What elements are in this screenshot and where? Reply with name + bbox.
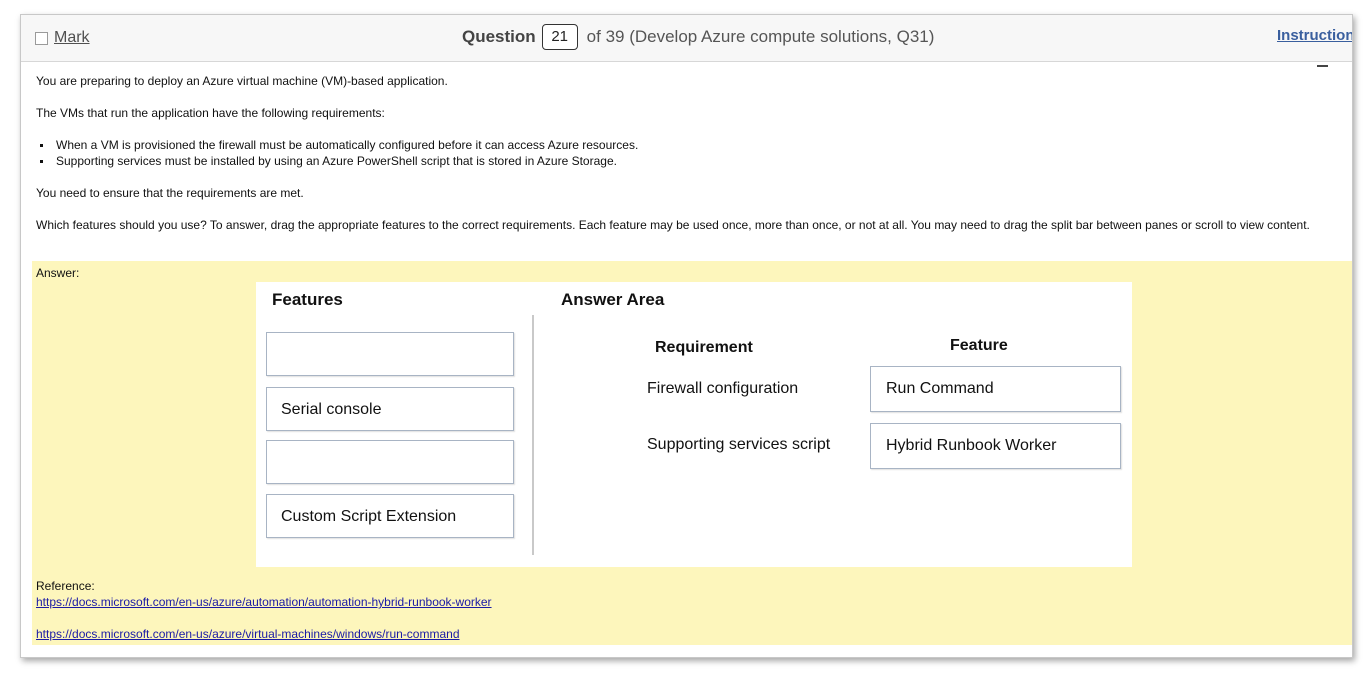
question-header: Mark Question 21 of 39 (Develop Azure co… bbox=[21, 15, 1352, 62]
answer-label: Answer: bbox=[36, 266, 80, 280]
checkbox-icon[interactable] bbox=[35, 32, 48, 45]
instructions-link[interactable]: Instructions bbox=[1277, 27, 1352, 44]
requirements-list: When a VM is provisioned the firewall mu… bbox=[36, 137, 638, 169]
answer-slot-services-script[interactable]: Hybrid Runbook Worker bbox=[870, 423, 1121, 469]
feature-header: Feature bbox=[950, 337, 1008, 354]
question-counter: Question 21 of 39 (Develop Azure compute… bbox=[462, 24, 934, 50]
answer-area-title: Answer Area bbox=[561, 290, 665, 309]
list-item: When a VM is provisioned the firewall mu… bbox=[36, 137, 638, 153]
answer-slot-firewall[interactable]: Run Command bbox=[870, 366, 1121, 412]
reference-label: Reference: bbox=[36, 579, 95, 593]
list-item: Supporting services must be installed by… bbox=[36, 153, 638, 169]
feature-option-empty[interactable] bbox=[266, 440, 514, 484]
drag-drop-area: Features Answer Area Serial console Cust… bbox=[256, 282, 1132, 567]
requirement-firewall: Firewall configuration bbox=[647, 380, 799, 397]
exam-window: Mark Question 21 of 39 (Develop Azure co… bbox=[20, 14, 1353, 658]
requirement-services-script: Supporting services script bbox=[647, 436, 831, 453]
reference-section: Reference: https://docs.microsoft.com/en… bbox=[36, 578, 492, 642]
question-of-text: of 39 (Develop Azure compute solutions, … bbox=[586, 27, 935, 46]
question-label: Question bbox=[462, 27, 536, 46]
answer-panel: Answer: Features Answer Area Serial cons… bbox=[32, 261, 1352, 645]
ensure-text: You need to ensure that the requirements… bbox=[36, 186, 304, 200]
split-bar[interactable] bbox=[532, 315, 534, 555]
reference-link-hybrid-runbook[interactable]: https://docs.microsoft.com/en-us/azure/a… bbox=[36, 594, 492, 610]
feature-option-empty[interactable] bbox=[266, 332, 514, 376]
feature-option-custom-script-extension[interactable]: Custom Script Extension bbox=[266, 494, 514, 538]
requirement-header: Requirement bbox=[655, 339, 753, 356]
reference-link-run-command[interactable]: https://docs.microsoft.com/en-us/azure/v… bbox=[36, 626, 492, 642]
mark-checkbox[interactable]: Mark bbox=[35, 29, 90, 47]
mark-label[interactable]: Mark bbox=[54, 29, 90, 47]
feature-option-serial-console[interactable]: Serial console bbox=[266, 387, 514, 431]
question-number-field[interactable]: 21 bbox=[541, 24, 578, 50]
features-title: Features bbox=[272, 290, 343, 309]
requirements-intro: The VMs that run the application have th… bbox=[36, 106, 385, 120]
minimize-icon[interactable] bbox=[1317, 65, 1328, 67]
question-intro: You are preparing to deploy an Azure vir… bbox=[36, 74, 448, 88]
question-prompt: Which features should you use? To answer… bbox=[36, 218, 1310, 232]
